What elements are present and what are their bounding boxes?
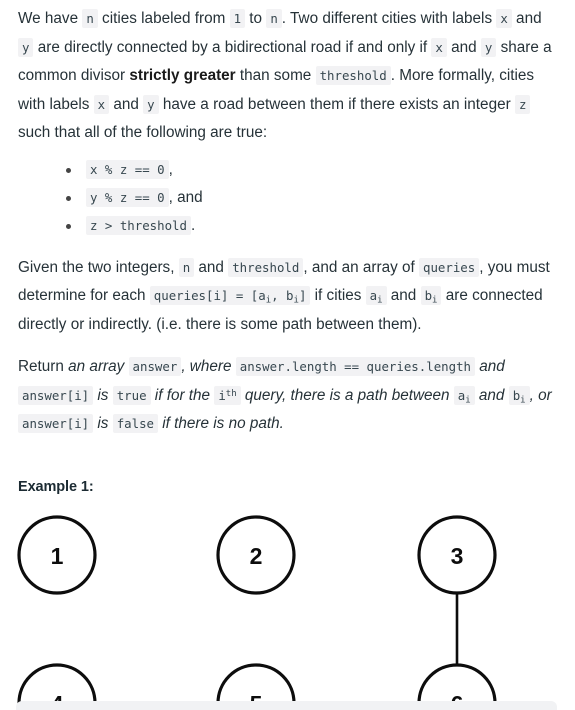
node-label-1: 1 <box>51 543 64 569</box>
text-segment: . Two different cities with labels <box>281 10 497 27</box>
code-z: z <box>514 94 531 114</box>
node-label-2: 2 <box>250 543 263 569</box>
bottom-panel <box>16 701 557 710</box>
text-segment: We have <box>18 10 83 27</box>
text-segment: cities labeled from <box>97 10 230 27</box>
list-item-tail: . <box>190 216 196 234</box>
code-answer-length: answer.length == queries.length <box>235 357 475 376</box>
example-heading: Example 1: <box>18 478 94 495</box>
code-queries-index: queries[i] = [ai, bi] <box>149 286 311 305</box>
superscript-th: th <box>225 388 237 399</box>
code-y: y <box>18 37 34 57</box>
code-y: y <box>143 94 159 114</box>
italic-text: and <box>479 358 505 375</box>
text-segment: and <box>446 38 481 56</box>
code-text: , b <box>271 288 294 303</box>
text-segment: Given the two integers, <box>18 258 179 276</box>
code-a-i: ai <box>453 385 475 405</box>
italic-text: , where <box>181 358 232 375</box>
list-item: y % z == 0, and <box>66 184 557 212</box>
italic-text: an array <box>68 358 125 375</box>
subscript-i: i <box>465 394 471 405</box>
text-segment: have a road between them if there exists… <box>158 95 515 113</box>
code-queries: queries <box>419 257 480 277</box>
code-x: x <box>496 9 512 28</box>
code-i-th: ith <box>214 385 241 405</box>
italic-text: if for the <box>154 386 211 404</box>
code-text: a <box>369 288 378 303</box>
text-segment: and <box>511 10 542 27</box>
conditions-list: x % z == 0, y % z == 0, and z > threshol… <box>18 156 557 240</box>
node-1: 1 <box>17 514 97 595</box>
subscript-i: i <box>377 295 383 306</box>
list-item-tail: , <box>168 160 173 178</box>
list-item: x % z == 0, <box>66 156 557 184</box>
italic-text: if there is no path. <box>162 415 284 432</box>
italic-text: is <box>97 415 109 432</box>
text-segment: Return <box>18 358 69 375</box>
italic-text: , or <box>529 386 552 404</box>
text-segment: and <box>109 95 144 113</box>
list-item-tail: , and <box>168 188 203 206</box>
code-a-i: ai <box>365 286 387 306</box>
italic-text: query, there is a path between <box>244 386 450 404</box>
code-n: n <box>266 9 282 28</box>
text-segment: and <box>386 287 421 304</box>
code-x: x <box>93 94 110 114</box>
text-segment: than some <box>235 67 316 84</box>
text-segment: if cities <box>310 287 366 304</box>
code-condition: z > threshold <box>86 215 191 235</box>
code-answer: answer <box>128 357 182 376</box>
problem-statement-page: We have n cities labeled from 1 to n. Tw… <box>0 0 575 710</box>
node-3: 3 <box>417 514 497 595</box>
code-answer-index: answer[i] <box>18 385 94 405</box>
code-x: x <box>431 37 447 57</box>
text-segment: such that all of the following are true: <box>18 124 268 141</box>
code-answer-index: answer[i] <box>18 414 94 433</box>
node-label-3: 3 <box>451 543 464 569</box>
code-condition: y % z == 0 <box>86 187 169 207</box>
subscript-i: i <box>520 394 526 405</box>
paragraph-given: Given the two integers, n and threshold,… <box>18 240 557 340</box>
node-2: 2 <box>216 514 296 595</box>
code-b-i: bi <box>420 286 442 306</box>
text-segment: , and an array of <box>303 258 419 276</box>
text-segment: and <box>194 258 229 276</box>
code-n: n <box>82 9 98 28</box>
emphasis-strictly-greater: strictly greater <box>129 67 236 84</box>
code-text: i <box>218 387 226 403</box>
code-true: true <box>112 385 151 405</box>
text-segment: are directly connected by a bidirectiona… <box>33 38 432 56</box>
code-one: 1 <box>229 9 246 28</box>
example-graph-figure: 1 2 3 4 5 <box>0 507 575 710</box>
code-n: n <box>178 257 195 277</box>
text-segment: to <box>245 10 267 27</box>
list-item: z > threshold. <box>66 212 557 240</box>
code-text: queries[i] = [a <box>153 288 266 303</box>
problem-content: We have n cities labeled from 1 to n. Tw… <box>0 0 575 495</box>
code-text: ] <box>298 288 307 303</box>
code-threshold: threshold <box>315 66 391 85</box>
paragraph-return: Return an array answer, where answer.len… <box>18 339 557 439</box>
code-text: b <box>424 288 433 303</box>
code-threshold: threshold <box>228 257 304 277</box>
graph-svg: 1 2 3 4 5 <box>17 514 497 710</box>
paragraph-definition: We have n cities labeled from 1 to n. Tw… <box>18 0 557 148</box>
subscript-i: i <box>432 295 438 306</box>
code-condition: x % z == 0 <box>86 159 169 179</box>
graph-nodes: 1 2 3 4 5 <box>17 514 497 710</box>
italic-text: is <box>97 386 109 404</box>
code-b-i: bi <box>508 385 530 405</box>
code-y: y <box>480 37 497 57</box>
italic-text: and <box>478 386 505 404</box>
code-false: false <box>112 414 159 433</box>
